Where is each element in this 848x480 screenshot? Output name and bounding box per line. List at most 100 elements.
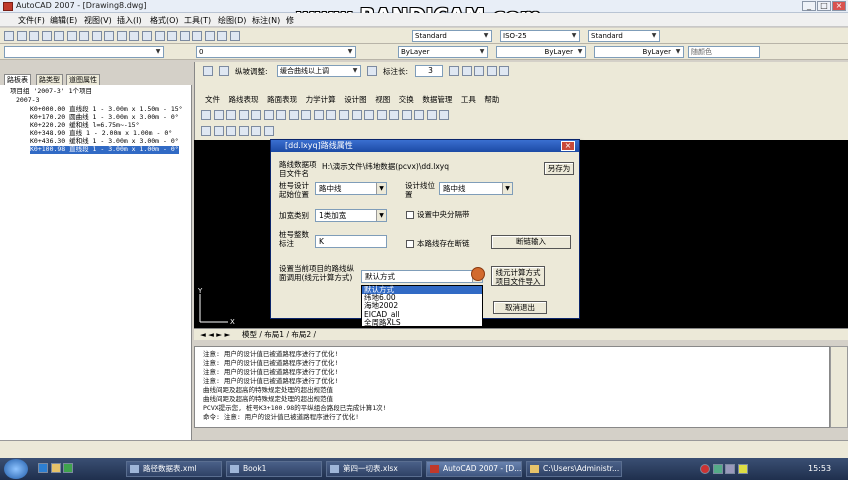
plugin-menu-pavement[interactable]: 路面表现	[267, 95, 297, 104]
menu-modify[interactable]: 修	[286, 15, 294, 26]
menu-insert[interactable]: 插入(I)	[117, 15, 142, 26]
curve-icon[interactable]	[201, 110, 211, 120]
taskbar-item[interactable]: 第四一切表.xlsx	[326, 461, 422, 477]
layer-icon[interactable]	[376, 110, 387, 120]
volume-icon[interactable]	[725, 464, 736, 474]
chain-input-button[interactable]: 断链输入	[491, 235, 571, 249]
zoom-window-icon[interactable]	[179, 31, 190, 41]
folder-icon[interactable]	[50, 463, 61, 473]
grade-mode-select[interactable]: 缓合曲线以上调 ▼	[277, 65, 361, 77]
plotstyle-select[interactable]: 随颜色	[688, 46, 760, 58]
tab-route-table[interactable]: 路板表	[4, 74, 31, 85]
layout-nav-icon[interactable]: ◄ ◄ ► ►	[200, 330, 230, 339]
pan-icon[interactable]	[154, 31, 165, 41]
apply-icon[interactable]	[367, 66, 377, 76]
copy-icon[interactable]	[91, 31, 102, 41]
play-icon[interactable]	[276, 110, 287, 120]
record-icon[interactable]	[700, 464, 710, 474]
wave-icon[interactable]	[414, 110, 425, 120]
save-as-button[interactable]: 另存为	[544, 162, 574, 175]
route-icon[interactable]	[203, 66, 213, 76]
tool-icon[interactable]	[238, 126, 249, 136]
save-icon[interactable]	[238, 110, 249, 120]
menu-file[interactable]: 文件(F)	[18, 15, 45, 26]
print-icon[interactable]	[41, 31, 52, 41]
menu-dimension[interactable]: 标注(N)	[252, 15, 280, 26]
tab-road-props[interactable]: 道图属性	[66, 74, 100, 85]
table-icon[interactable]	[226, 110, 237, 120]
grid-icon[interactable]	[288, 110, 299, 120]
plugin-menu-route[interactable]: 路线表现	[229, 95, 259, 104]
edit-icon[interactable]	[364, 110, 375, 120]
plugin-menu-file[interactable]: 文件	[205, 95, 220, 104]
workspace-select[interactable]: ▼	[4, 46, 164, 58]
copy-icon[interactable]	[213, 126, 224, 136]
palette-icon[interactable]	[217, 31, 228, 41]
command-scrollbar[interactable]	[830, 346, 848, 428]
menu-view[interactable]: 视图(V)	[84, 15, 112, 26]
tab-route-type[interactable]: 路类型	[36, 74, 63, 85]
tool-icon[interactable]	[263, 126, 274, 136]
table-style-select[interactable]: Standard ▼	[588, 30, 660, 42]
cut-icon[interactable]	[79, 31, 90, 41]
block-icon[interactable]	[426, 110, 437, 120]
tree-item-selected[interactable]: K0+100.98 直线段 1 - 3.00m x 1.00m - 0°	[30, 145, 179, 154]
import-icon[interactable]	[263, 110, 274, 120]
color-select[interactable]: ByLayer ▼	[398, 46, 488, 58]
minimize-button[interactable]: _	[802, 1, 816, 11]
plugin-menu-view[interactable]: 视图	[375, 95, 390, 104]
ie-icon[interactable]	[38, 463, 48, 473]
plugin-menu-exchange[interactable]: 交换	[399, 95, 414, 104]
start-button[interactable]	[4, 459, 28, 479]
network-icon[interactable]	[712, 464, 723, 474]
wave-icon[interactable]	[389, 110, 400, 120]
chainage-input[interactable]: K	[315, 235, 387, 248]
method-select[interactable]: 默认方式▼	[361, 270, 483, 283]
layout-tabs[interactable]: 模型 / 布局1 / 布局2 /	[242, 330, 316, 339]
publish-icon[interactable]	[66, 31, 77, 41]
tool-icon[interactable]	[474, 66, 485, 76]
tree-root[interactable]: 项目组 '2007-3' 1个项目	[10, 87, 92, 96]
zoom-icon[interactable]	[326, 110, 337, 120]
tool-icon[interactable]	[461, 66, 472, 76]
menu-tools[interactable]: 工具(T)	[184, 15, 211, 26]
help-icon[interactable]	[301, 110, 312, 120]
open-icon[interactable]	[16, 31, 27, 41]
plugin-menu-data[interactable]: 数据管理	[422, 95, 452, 104]
taskbar-item[interactable]: 路径数据表.xml	[126, 461, 222, 477]
path-field[interactable]: H:\演示文件\纬地数据(pcvx)\dd.lxyq	[319, 161, 541, 174]
tool-icon[interactable]	[449, 66, 459, 76]
tree-project[interactable]: 2007-3	[16, 96, 39, 105]
dialog-close-button[interactable]: ×	[561, 141, 575, 151]
preview-icon[interactable]	[54, 31, 65, 41]
menu-format[interactable]: 格式(O)	[150, 15, 179, 26]
chart-icon[interactable]	[313, 110, 324, 120]
cancel-button[interactable]: 取消退出	[493, 301, 547, 314]
edit-icon[interactable]	[201, 126, 211, 136]
taskbar-item[interactable]: Book1	[226, 461, 322, 477]
dim-style-select[interactable]: ISO-25 ▼	[500, 30, 580, 42]
save-icon[interactable]	[29, 31, 40, 41]
plugin-menu-design[interactable]: 设计图	[344, 95, 367, 104]
tool-icon[interactable]	[499, 66, 510, 76]
linetype-select[interactable]: ByLayer ▼	[496, 46, 586, 58]
plugin-menu-help[interactable]: 帮助	[484, 95, 499, 104]
lineweight-select[interactable]: ByLayer ▼	[594, 46, 684, 58]
help-icon[interactable]	[229, 31, 240, 41]
design-center-icon[interactable]	[204, 31, 215, 41]
close-button[interactable]: ×	[832, 1, 846, 11]
cmd-input-line[interactable]: 命令: 注意: 用户的设计值已被道路程序进行了优化!	[203, 413, 359, 421]
tool-icon[interactable]	[251, 126, 262, 136]
taskbar-item-active[interactable]: AutoCAD 2007 - [D...	[426, 461, 522, 477]
wave-icon[interactable]	[401, 110, 412, 120]
dropdown-option[interactable]: 全周路XLS	[362, 318, 482, 327]
design-line-select[interactable]: 路中线 ▼	[439, 182, 513, 195]
zoom-icon[interactable]	[167, 31, 178, 41]
pen-icon[interactable]	[351, 110, 362, 120]
plugin-menu-tools[interactable]: 工具	[461, 95, 476, 104]
widen-select[interactable]: 1类加宽 ▼	[315, 209, 387, 222]
maximize-button[interactable]: □	[817, 1, 831, 11]
redo-icon[interactable]	[142, 31, 153, 41]
menu-draw[interactable]: 绘图(D)	[218, 15, 246, 26]
home-icon[interactable]	[339, 110, 350, 120]
